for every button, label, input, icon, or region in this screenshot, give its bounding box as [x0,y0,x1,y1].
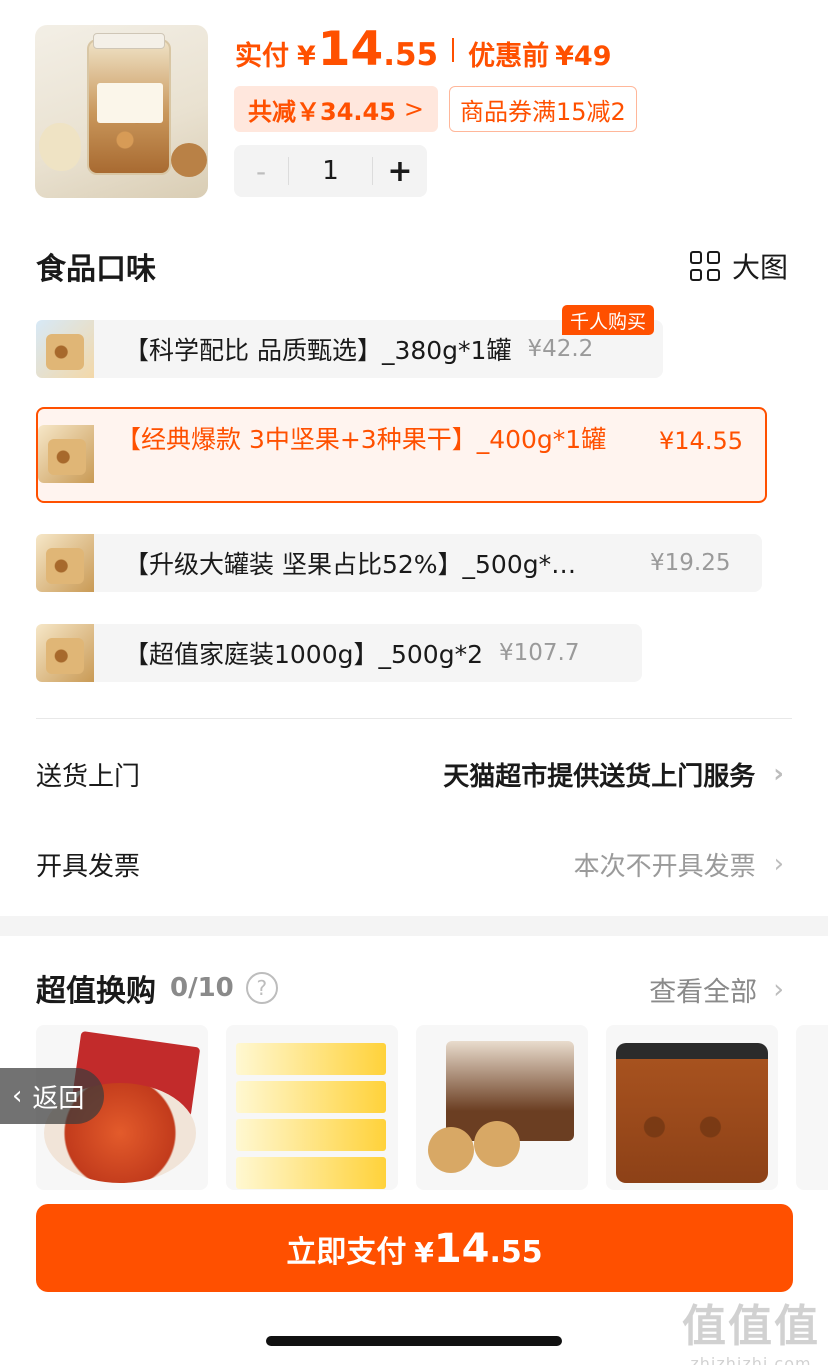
coupon-text: 商品券满15减2 [460,97,626,126]
delivery-label: 送货上门 [36,761,141,792]
quantity-stepper[interactable]: - 1 + [234,145,427,197]
product-image [236,1119,386,1151]
swap-count: 0/10 [170,973,234,1003]
chevron-right-icon: › [773,759,784,789]
option-price: ¥107.7 [499,640,580,666]
option-name: 【经典爆款 3中坚果+3种果干】_400g*1罐 [116,425,607,454]
home-indicator[interactable] [266,1336,562,1346]
cashew-image [39,123,81,171]
flavor-option-2-selected[interactable]: 【经典爆款 3中坚果+3种果干】_400g*1罐 ¥14.55 [36,407,767,503]
chevron-right-icon: › [773,974,784,1005]
product-image [236,1157,386,1189]
price-decimal: .55 [383,37,439,73]
pay-now-button[interactable]: 立即支付 ¥ 14 .55 [36,1204,793,1292]
view-all-link[interactable]: 查看全部 › [649,970,784,1009]
back-button[interactable]: ‹ 返回 [0,1068,104,1124]
invoice-row[interactable]: 开具发票 本次不开具发票 › [36,842,784,886]
chevron-right-icon: › [773,849,784,879]
paid-label: 实付 [235,41,289,72]
invoice-value: 本次不开具发票 [573,851,756,882]
currency-symbol: ¥ [297,41,316,72]
delivery-row[interactable]: 送货上门 天猫超市提供送货上门服务 › [36,752,784,796]
big-view-label: 大图 [731,251,788,284]
flavor-section-title: 食品口味 [36,252,156,287]
swap-section-header: 超值换购 0/10 ? [36,966,278,1010]
option-thumbnail [36,624,94,682]
chevron-right-icon: > [403,95,425,123]
option-thumbnail [38,425,94,483]
option-price: ¥14.55 [659,427,743,455]
option-name: 【科学配比 品质甄选】_380g*1罐 [124,336,512,365]
pay-label: 立即支付 [286,1235,407,1270]
product-image [236,1081,386,1113]
invoice-label: 开具发票 [36,851,141,882]
pay-decimal: .55 [489,1235,543,1270]
decrease-button[interactable]: - [234,155,288,188]
option-price: ¥19.25 [650,550,731,576]
product-image [428,1127,474,1173]
hot-badge: 千人购买 [562,305,655,335]
option-name: 【超值家庭装1000g】_500g*2 [124,640,483,669]
delivery-value: 天猫超市提供送货上门服务 [443,761,756,792]
swap-product-5-partial[interactable] [796,1025,828,1190]
flavor-option-3[interactable]: 【升级大罐装 坚果占比52%】_500g*… ¥19.25 [36,534,762,592]
pay-currency: ¥ [414,1236,434,1269]
swap-products-carousel[interactable] [36,1025,828,1190]
swap-product-4[interactable] [606,1025,778,1190]
product-thumbnail[interactable] [35,25,208,198]
option-thumbnail [36,320,94,378]
help-icon[interactable]: ? [245,972,278,1004]
product-image [236,1043,386,1075]
chevron-left-icon: ‹ [12,1081,23,1111]
grid-icon [689,251,720,281]
paid-price: 实付 ¥ 14 .55 优惠前 ¥49 [235,22,612,78]
section-divider [36,718,792,719]
jar-lid [93,33,165,49]
option-thumbnail [36,534,94,592]
option-name: 【升级大罐装 坚果占比52%】_500g*… [124,550,577,579]
product-image [474,1121,520,1167]
discount-detail-button[interactable]: 共减￥34.45 > [234,86,439,132]
product-image [672,1043,768,1183]
back-label: 返回 [32,1083,85,1114]
option-price: ¥42.2 [527,336,594,362]
discount-text: 共减￥34.45 [248,97,396,126]
coupon-tag[interactable]: 商品券满15减2 [449,86,637,132]
jar-label [97,83,163,123]
watermark-logo: 值值值 [682,1301,820,1352]
increase-button[interactable]: + [373,154,427,189]
swap-product-2[interactable] [226,1025,398,1190]
section-separator [0,916,828,936]
walnut-image [171,143,207,177]
big-view-toggle[interactable]: 大图 [689,246,788,286]
flavor-option-4[interactable]: 【超值家庭装1000g】_500g*2 ¥107.7 [36,624,642,682]
price-integer: 14 [317,22,384,77]
swap-title: 超值换购 [36,974,156,1009]
pay-integer: 14 [433,1226,490,1272]
swap-product-3[interactable] [416,1025,588,1190]
view-all-label: 查看全部 [649,977,758,1008]
quantity-input[interactable]: 1 [288,157,373,185]
divider [452,38,455,62]
original-price: ¥49 [555,41,612,72]
watermark-url: zhizhizhi.com [690,1354,812,1365]
original-price-label: 优惠前 [468,41,550,72]
watermark: 值值值 zhizhizhi.com [682,1290,820,1365]
